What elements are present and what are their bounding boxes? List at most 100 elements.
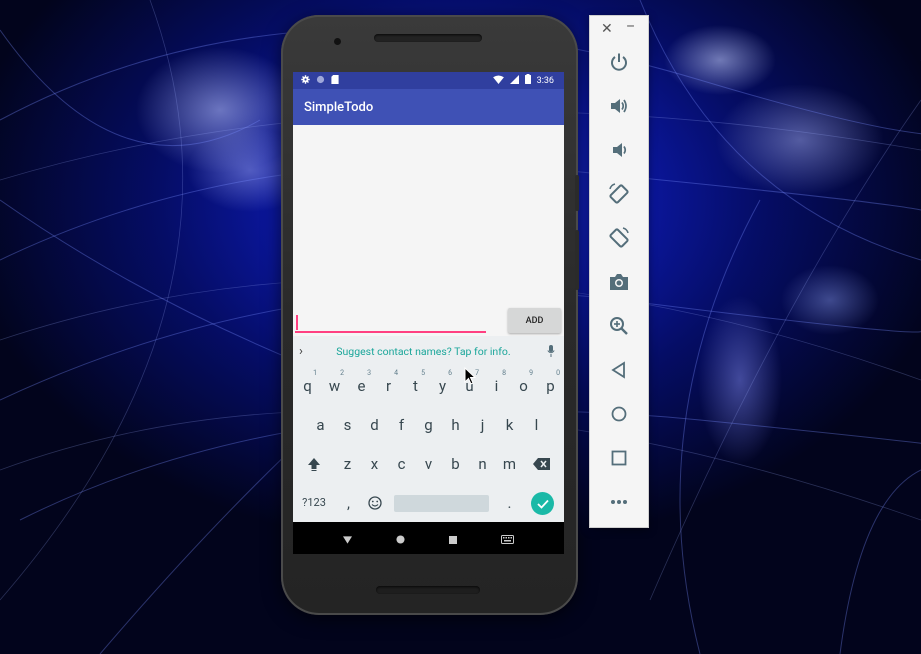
top-speaker <box>374 34 482 42</box>
mouse-cursor-icon <box>464 367 476 385</box>
key-r[interactable]: r4 <box>375 366 402 405</box>
status-bar: 3:36 <box>293 72 564 89</box>
key-number-hint: 3 <box>367 369 371 377</box>
text-caret <box>296 315 298 330</box>
emulator-toolbar: ✕ – <box>589 15 649 528</box>
key-number-hint: 4 <box>394 369 398 377</box>
key-label: o <box>519 376 528 395</box>
phone-volume-button <box>575 230 579 290</box>
battery-icon <box>524 74 531 87</box>
key-c[interactable]: c <box>388 444 415 483</box>
back-icon[interactable] <box>605 356 633 384</box>
comma-key[interactable]: , <box>335 483 362 522</box>
key-h[interactable]: h <box>442 405 469 444</box>
shift-key[interactable] <box>300 444 327 483</box>
keyboard-row-3: zxcvbnm <box>293 444 564 483</box>
key-label: y <box>438 376 447 395</box>
phone-screen: 3:36 SimpleTodo ADD › Suggest contact na… <box>293 72 564 554</box>
key-o[interactable]: o9 <box>510 366 537 405</box>
nav-keyboard-icon[interactable] <box>501 529 514 548</box>
key-label: t <box>413 376 418 395</box>
todo-list-area[interactable]: ADD <box>293 125 564 335</box>
navigation-bar <box>293 522 564 554</box>
rotate-left-icon[interactable] <box>605 180 633 208</box>
key-d[interactable]: d <box>361 405 388 444</box>
nav-back-icon[interactable] <box>343 529 352 548</box>
app-title: SimpleTodo <box>304 99 374 115</box>
keyboard-row-1: q1w2e3r4t5y6u7i8o9p0 <box>293 366 564 405</box>
symbols-key[interactable]: ?123 <box>299 483 329 522</box>
key-t[interactable]: t5 <box>402 366 429 405</box>
app-bar: SimpleTodo <box>293 89 564 125</box>
key-k[interactable]: k <box>496 405 523 444</box>
key-j[interactable]: j <box>469 405 496 444</box>
chevron-right-icon[interactable]: › <box>299 344 303 359</box>
minimize-icon[interactable]: – <box>626 19 635 35</box>
camera-icon[interactable] <box>605 268 633 296</box>
signal-icon <box>509 74 519 87</box>
key-b[interactable]: b <box>442 444 469 483</box>
key-label: p <box>546 376 555 395</box>
add-button[interactable]: ADD <box>508 308 561 333</box>
key-m[interactable]: m <box>496 444 523 483</box>
key-i[interactable]: i8 <box>483 366 510 405</box>
todo-input[interactable] <box>295 311 486 333</box>
key-number-hint: 8 <box>502 369 506 377</box>
key-number-hint: 5 <box>421 369 425 377</box>
more-icon[interactable] <box>605 488 633 516</box>
key-q[interactable]: q1 <box>294 366 321 405</box>
clock-time: 3:36 <box>536 75 554 86</box>
suggestion-strip[interactable]: › Suggest contact names? Tap for info. <box>293 336 564 366</box>
microphone-icon[interactable] <box>544 344 558 358</box>
key-l[interactable]: l <box>523 405 550 444</box>
rotate-right-icon[interactable] <box>605 224 633 252</box>
suggestion-text[interactable]: Suggest contact names? Tap for info. <box>336 345 510 358</box>
bottom-speaker <box>376 586 480 594</box>
period-key[interactable]: . <box>496 483 523 522</box>
key-s[interactable]: s <box>334 405 361 444</box>
key-a[interactable]: a <box>307 405 334 444</box>
key-label: i <box>494 376 499 395</box>
key-p[interactable]: p0 <box>537 366 564 405</box>
enter-key[interactable] <box>531 492 554 515</box>
key-number-hint: 6 <box>448 369 452 377</box>
key-e[interactable]: e3 <box>348 366 375 405</box>
power-icon[interactable] <box>605 48 633 76</box>
key-w[interactable]: w2 <box>321 366 348 405</box>
overview-icon[interactable] <box>605 444 633 472</box>
key-f[interactable]: f <box>388 405 415 444</box>
keyboard-row-4: ?123 , . <box>293 483 564 522</box>
key-number-hint: 9 <box>529 369 533 377</box>
front-camera <box>334 38 341 45</box>
key-g[interactable]: g <box>415 405 442 444</box>
space-key[interactable] <box>394 495 489 512</box>
key-z[interactable]: z <box>334 444 361 483</box>
sd-card-icon <box>331 74 339 87</box>
volume-up-icon[interactable] <box>605 92 633 120</box>
emoji-key[interactable] <box>361 483 388 522</box>
nav-recents-icon[interactable] <box>449 529 457 548</box>
key-label: r <box>385 376 392 395</box>
key-x[interactable]: x <box>361 444 388 483</box>
nav-home-icon[interactable] <box>396 529 405 548</box>
wifi-icon <box>492 74 504 87</box>
phone-side-button <box>575 175 579 211</box>
key-number-hint: 0 <box>556 369 560 377</box>
key-label: w <box>328 376 341 395</box>
key-label: e <box>357 376 366 395</box>
home-icon[interactable] <box>605 400 633 428</box>
sync-circle-icon <box>316 75 325 87</box>
key-number-hint: 2 <box>340 369 344 377</box>
key-v[interactable]: v <box>415 444 442 483</box>
zoom-icon[interactable] <box>605 312 633 340</box>
key-label: q <box>303 376 312 395</box>
key-number-hint: 1 <box>313 369 317 377</box>
volume-down-icon[interactable] <box>605 136 633 164</box>
key-y[interactable]: y6 <box>429 366 456 405</box>
settings-icon <box>301 74 310 87</box>
backspace-key[interactable] <box>528 444 555 483</box>
soft-keyboard: › Suggest contact names? Tap for info. q… <box>293 336 564 522</box>
keyboard-row-2: asdfghjkl <box>293 405 564 444</box>
key-n[interactable]: n <box>469 444 496 483</box>
close-icon[interactable]: ✕ <box>601 21 613 37</box>
